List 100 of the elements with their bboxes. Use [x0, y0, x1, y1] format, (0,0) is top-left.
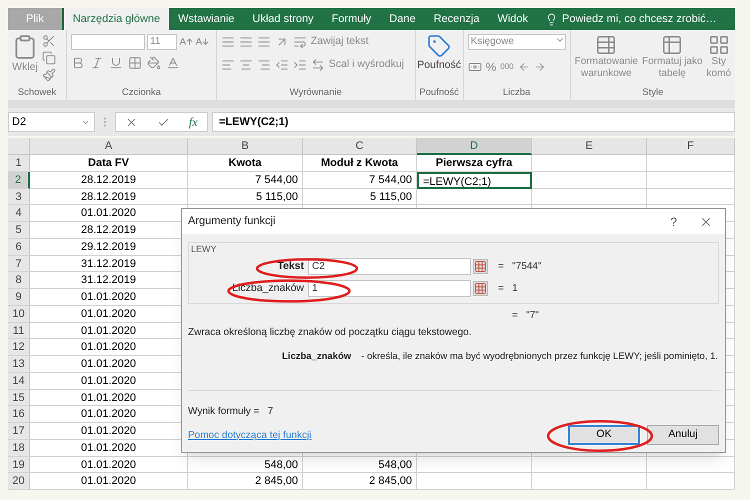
ribbon-tab[interactable]: Wstawianie [169, 8, 244, 30]
active-cell: =LEWY(C2;1) [417, 172, 532, 188]
argument-help-text: - określa, ile znaków ma być wyodrębnionych przez funkcję LEWY; jeśli pominięto, 1. [361, 350, 718, 364]
row-header[interactable]: 1 [8, 155, 30, 172]
row-header[interactable]: 14 [8, 372, 30, 390]
tag-icon[interactable] [427, 34, 452, 58]
row-header[interactable]: 6 [8, 238, 30, 256]
argument-help-name: Liczba_znaków [282, 350, 352, 364]
dialog-button[interactable]: Anuluj [647, 425, 719, 446]
row-header[interactable]: 7 [8, 256, 30, 272]
row-header[interactable]: 4 [8, 205, 30, 222]
middle-align-icon[interactable] [238, 34, 253, 49]
row-header[interactable]: 20 [8, 473, 30, 490]
decrease-indent-icon[interactable] [274, 58, 289, 72]
table-cell: 5 115,00 [303, 188, 417, 206]
table-cell: 28.12.2019 [30, 172, 188, 188]
row-header[interactable]: 8 [8, 272, 30, 289]
table-cell: 2 845,00 [303, 473, 417, 490]
argument-label: Liczba_znaków [231, 280, 305, 296]
top-align-icon[interactable] [220, 34, 235, 49]
row-header[interactable]: 15 [8, 390, 30, 406]
ribbon-tab[interactable]: Układ strony [243, 8, 323, 30]
group-label: Schowek [16, 86, 58, 100]
bottom-align-icon[interactable] [256, 34, 271, 49]
ribbon-tab[interactable]: Narzędzia główne [62, 8, 170, 30]
ribbon-tab[interactable]: Formuły [322, 8, 380, 30]
help-button[interactable]: ? [670, 212, 677, 230]
sensitivity-button[interactable]: Poufność [417, 58, 461, 74]
table-cell: 548,00 [303, 456, 417, 474]
dialog-title: Argumenty funkcji [188, 214, 276, 230]
argument-label: Tekst [276, 258, 305, 274]
range-select-icon[interactable] [473, 259, 488, 274]
group-label: Wyrównanie [288, 86, 343, 100]
font-name-field[interactable] [71, 34, 146, 50]
increase-indent-icon[interactable] [292, 58, 307, 72]
row-header[interactable]: 18 [8, 440, 30, 456]
argument-result: = "7544" [498, 260, 542, 274]
table-format-icon[interactable] [661, 34, 684, 56]
group-label: Poufność [418, 86, 460, 100]
row-header[interactable]: 11 [8, 322, 30, 340]
function-name: LEWY [191, 243, 217, 255]
copy-icon[interactable] [42, 51, 56, 65]
column-header[interactable]: D [417, 138, 532, 155]
table-cell: Moduł z Kwota [303, 155, 417, 172]
table-cell: Data FV [30, 155, 188, 172]
column-header[interactable]: F [647, 138, 735, 155]
range-select-icon[interactable] [473, 281, 488, 296]
row-header[interactable]: 16 [8, 406, 30, 423]
row-header[interactable]: 5 [8, 222, 30, 239]
ribbon-tab[interactable]: Recenzja [424, 8, 488, 30]
borders-icon[interactable] [128, 56, 142, 70]
align-right-icon[interactable] [256, 58, 271, 72]
ribbon-tab[interactable]: Widok [488, 8, 538, 30]
row-header[interactable]: 9 [8, 289, 30, 306]
table-cell: Kwota [188, 155, 303, 172]
conditional-format-icon[interactable] [595, 34, 618, 56]
row-header[interactable]: 2 [8, 172, 30, 188]
argument-field[interactable]: C2 [308, 258, 471, 275]
currency-icon[interactable] [468, 60, 482, 74]
formula-input[interactable]: =LEWY(C2;1) [212, 112, 735, 132]
ribbon-tab[interactable]: Dane [380, 8, 425, 30]
increase-decimal-icon[interactable] [518, 61, 530, 73]
row-header[interactable]: 10 [8, 306, 30, 322]
fill-color-icon[interactable] [147, 56, 162, 70]
group-label: Style [641, 86, 664, 100]
column-header[interactable]: B [188, 138, 303, 155]
table-cell: Pierwsza cyfra [417, 155, 532, 172]
table-cell: 7 544,00 [303, 172, 417, 188]
align-center-icon[interactable] [238, 58, 253, 72]
insert-function-button[interactable]: fx [188, 113, 198, 131]
merge-icon[interactable] [310, 58, 325, 72]
table-cell: 548,00 [188, 456, 303, 474]
grid-icon[interactable] [708, 34, 730, 56]
dialog-button[interactable]: OK [568, 425, 640, 446]
font-color-icon[interactable] [166, 56, 180, 70]
italic-icon[interactable] [90, 56, 104, 70]
row-header[interactable]: 19 [8, 456, 30, 474]
help-link[interactable]: Pomoc dotycząca tej funkcji [188, 428, 561, 443]
row-header[interactable]: 12 [8, 339, 30, 356]
function-description: Zwraca określoną liczbę znaków od początku ciągu tekstowego. [188, 326, 472, 340]
cut-icon[interactable] [42, 34, 56, 48]
row-header[interactable]: 13 [8, 356, 30, 373]
tell-me-field[interactable]: Powiedz mi, co chcesz zrobić… [562, 10, 717, 28]
group-label: Czcionka [120, 86, 162, 100]
name-box[interactable]: D2 [8, 112, 95, 132]
bold-icon[interactable] [71, 56, 86, 70]
row-header[interactable]: 3 [8, 188, 30, 206]
align-left-icon[interactable] [220, 58, 235, 72]
table-cell: 5 115,00 [188, 188, 303, 206]
row-header[interactable]: 17 [8, 423, 30, 440]
table-cell: 28.12.2019 [30, 188, 188, 206]
format-painter-icon[interactable] [42, 68, 56, 82]
result-preview: = "7" [512, 309, 539, 323]
argument-field[interactable]: 1 [308, 280, 471, 297]
column-header[interactable]: E [532, 138, 647, 155]
column-header[interactable]: A [30, 138, 188, 155]
wrap-text-icon[interactable] [292, 34, 307, 49]
table-cell: 2 845,00 [188, 473, 303, 490]
decrease-decimal-icon[interactable] [534, 61, 546, 73]
underline-icon[interactable] [109, 56, 124, 70]
